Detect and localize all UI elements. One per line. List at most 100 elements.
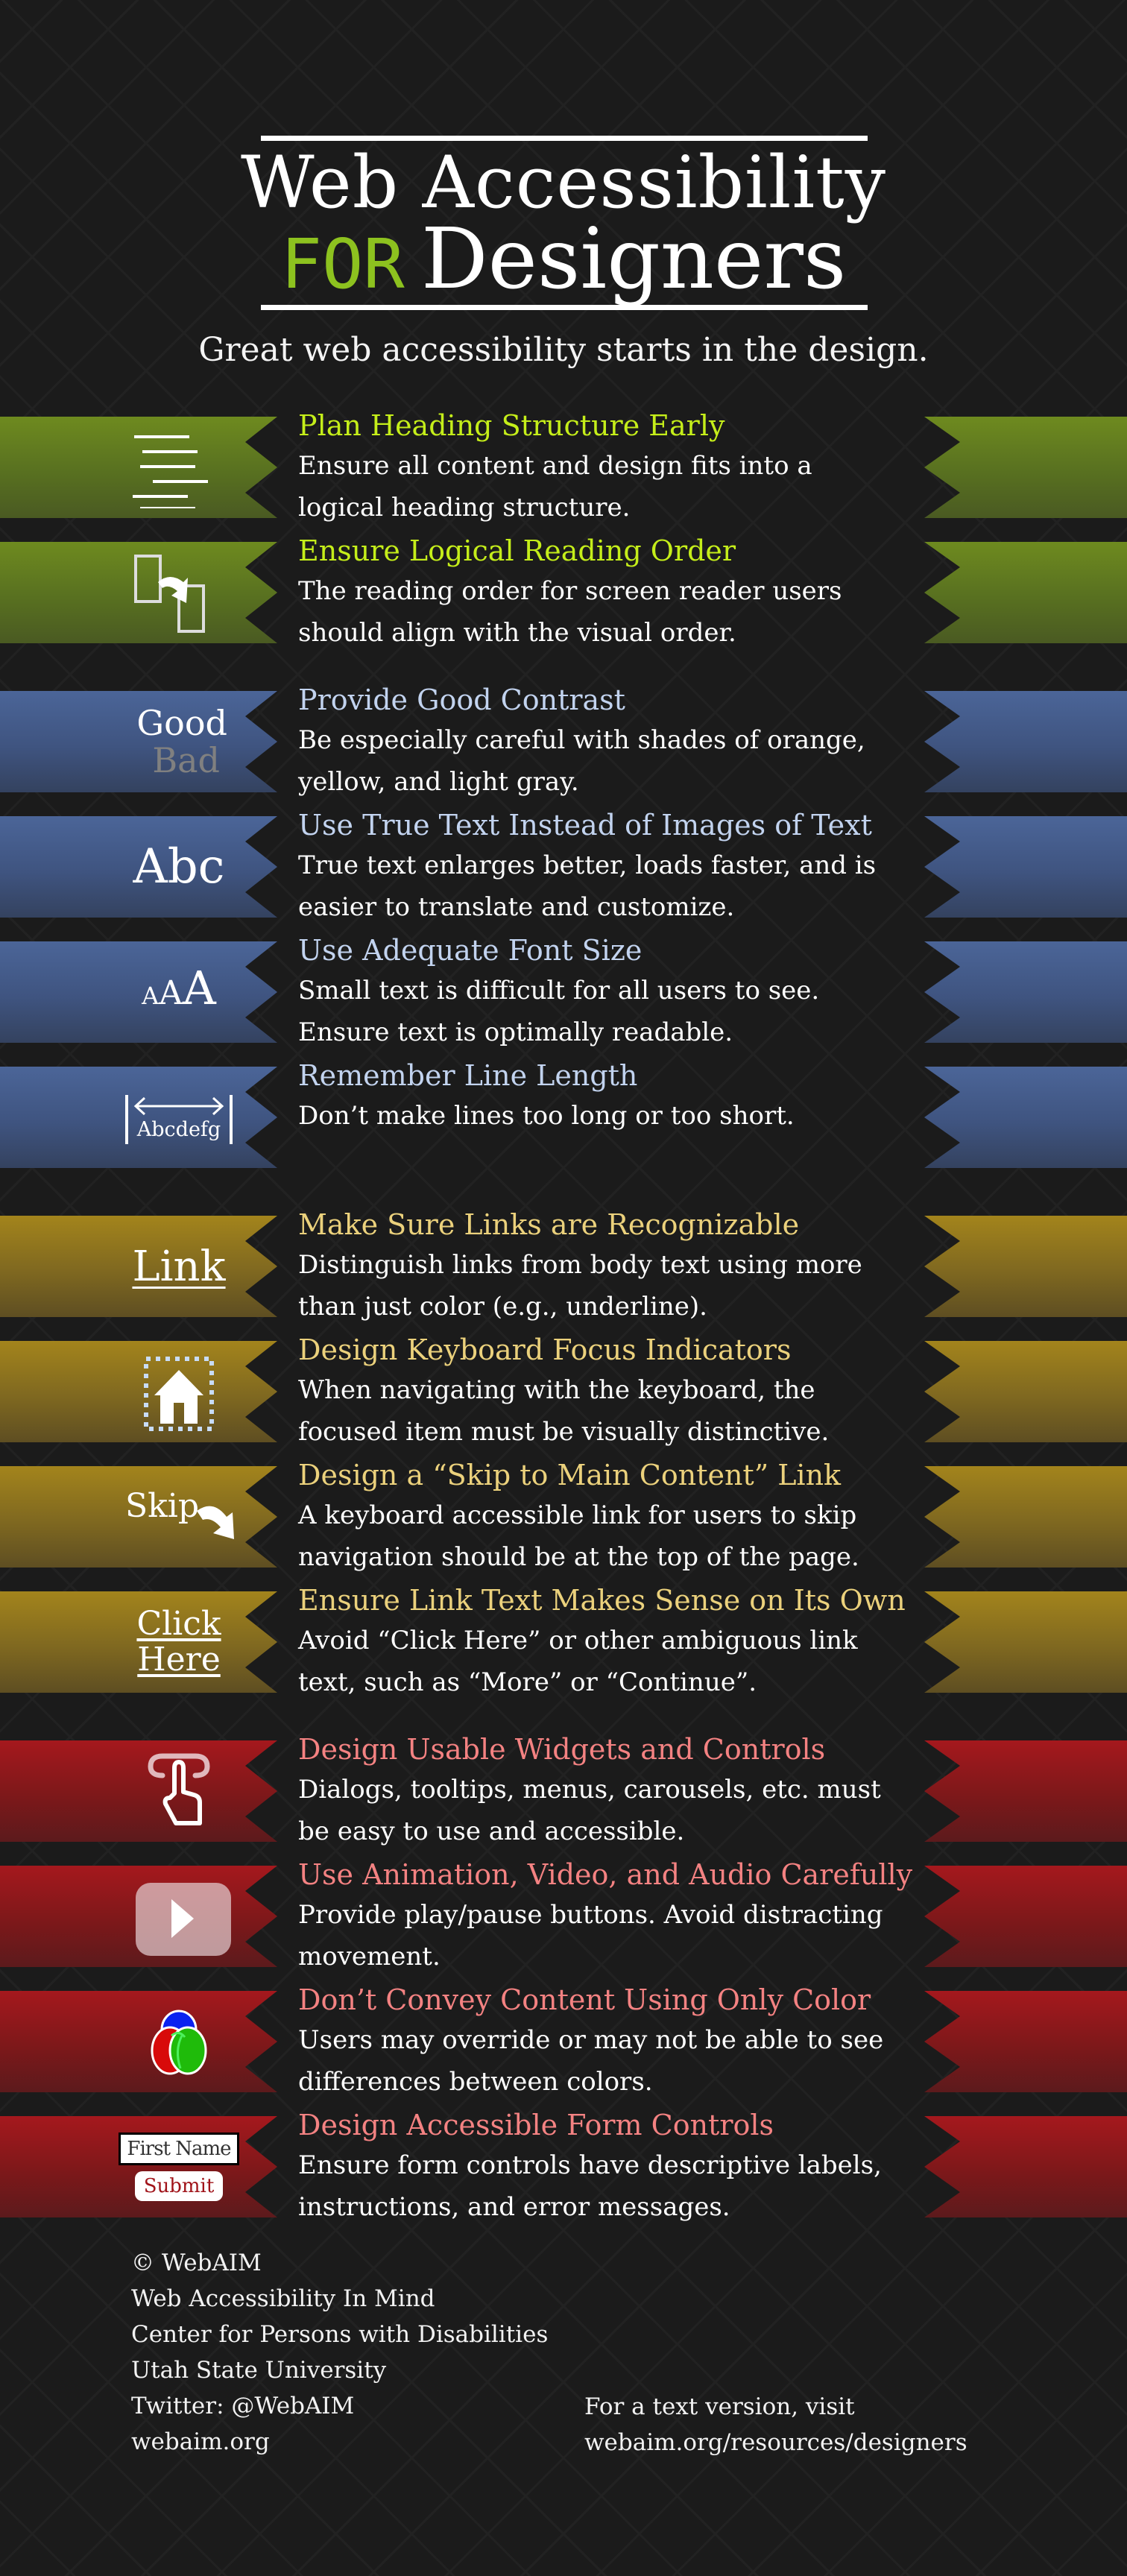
item-link-text: Click Here Ensure Link Text Makes Sense … <box>0 1584 1127 1697</box>
item-heading: Plan Heading Structure Early <box>298 409 725 442</box>
title-designers: Designers <box>420 211 847 308</box>
item-desc-line: should align with the visual order. <box>298 618 736 648</box>
ribbon-right <box>924 417 1127 518</box>
ribbon-right <box>924 542 1127 643</box>
item-desc-line: Dialogs, tooltips, menus, carousels, etc… <box>298 1775 881 1805</box>
item-heading: Design a “Skip to Main Content” Link <box>298 1459 842 1491</box>
font-size-small-a: A <box>142 982 160 1010</box>
item-desc-line: navigation should be at the top of the p… <box>298 1542 859 1572</box>
font-size-sample: AAA <box>142 962 216 1023</box>
footer-twitter: Twitter: @WebAIM <box>131 2393 355 2419</box>
item-desc-line: Distinguish links from body text using m… <box>298 1250 862 1280</box>
item-text: Design a “Skip to Main Content” Link A k… <box>298 1456 924 1578</box>
font-size-icon: AAA <box>112 941 246 1043</box>
item-desc-line: logical heading structure. <box>298 493 631 523</box>
item-desc-line: The reading order for screen reader user… <box>298 576 842 606</box>
item-links: Link Make Sure Links are Recognizable Di… <box>0 1208 1127 1322</box>
item-text: Remember Line Length Don’t make lines to… <box>298 1056 924 1137</box>
item-text: Plan Heading Structure Early Ensure all … <box>298 406 924 528</box>
true-text-sample: Abc <box>133 839 225 894</box>
ribbon-right <box>924 1466 1127 1568</box>
line-length-right-bar <box>230 1095 233 1144</box>
contrast-good-text: Good <box>136 703 227 743</box>
link-sample: Link <box>132 1242 226 1291</box>
submit-button: Submit <box>134 2171 224 2201</box>
click-text: Click <box>136 1605 221 1643</box>
item-text: Provide Good Contrast Be especially care… <box>298 681 924 803</box>
skip-text: Skip <box>125 1487 200 1525</box>
ribbon-right <box>924 2116 1127 2217</box>
footer-center: Center for Persons with Disabilities <box>131 2321 549 2348</box>
item-desc-line: Don’t make lines too long or too short. <box>298 1101 795 1131</box>
item-text: Design Accessible Form Controls Ensure f… <box>298 2106 924 2228</box>
first-name-field: First Name <box>119 2133 239 2165</box>
item-heading-structure: Plan Heading Structure Early Ensure all … <box>0 409 1127 523</box>
heading-structure-icon <box>112 417 246 518</box>
title-bottom-rule <box>261 305 868 310</box>
item-desc-line: movement. <box>298 1942 441 1972</box>
item-desc-line: Ensure all content and design fits into … <box>298 451 812 481</box>
item-desc-line: easier to translate and customize. <box>298 892 735 922</box>
ribbon-right <box>924 816 1127 918</box>
item-text: Design Usable Widgets and Controls Dialo… <box>298 1730 924 1852</box>
item-desc-line: Provide play/pause buttons. Avoid distra… <box>298 1900 883 1930</box>
item-text: Don’t Convey Content Using Only Color Us… <box>298 1980 924 2103</box>
item-contrast: Good Bad Provide Good Contrast Be especi… <box>0 684 1127 797</box>
ribbon-right <box>924 941 1127 1043</box>
contrast-bad-text: Bad <box>152 740 220 780</box>
item-forms: First Name Submit Design Accessible Form… <box>0 2109 1127 2222</box>
item-reading-order: Ensure Logical Reading Order The reading… <box>0 534 1127 648</box>
item-text: Use Animation, Video, and Audio Carefull… <box>298 1855 924 1977</box>
item-text: Ensure Logical Reading Order The reading… <box>298 531 924 654</box>
item-heading: Don’t Convey Content Using Only Color <box>298 1983 871 2016</box>
text-version-label: For a text version, visit <box>584 2393 855 2420</box>
item-desc-line: When navigating with the keyboard, the <box>298 1375 815 1405</box>
item-desc-line: True text enlarges better, loads faster,… <box>298 850 877 880</box>
item-text: Use Adequate Font Size Small text is dif… <box>298 931 924 1053</box>
ribbon-right <box>924 1591 1127 1693</box>
footer-website-link[interactable]: webaim.org <box>131 2424 548 2460</box>
item-heading: Use True Text Instead of Images of Text <box>298 809 872 842</box>
ribbon-right <box>924 1341 1127 1442</box>
line-length-left-bar <box>125 1095 128 1144</box>
item-skip-link: Skip Design a “Skip to Main Content” Lin… <box>0 1459 1127 1572</box>
form-controls-icon: First Name Submit <box>112 2116 246 2217</box>
curved-arrow-icon <box>197 1506 234 1539</box>
item-desc-line: Ensure text is optimally readable. <box>298 1017 733 1047</box>
item-heading: Make Sure Links are Recognizable <box>298 1208 800 1241</box>
item-desc-line: text, such as “More” or “Continue”. <box>298 1667 757 1697</box>
item-desc-line: Small text is difficult for all users to… <box>298 976 820 1006</box>
item-heading: Design Usable Widgets and Controls <box>298 1733 826 1766</box>
item-text: Use True Text Instead of Images of Text … <box>298 806 924 928</box>
item-line-length: Abcdefg Remember Line Length Don’t make … <box>0 1059 1127 1168</box>
item-desc-line: Users may override or may not be able to… <box>298 2025 884 2055</box>
font-size-large-a: A <box>183 961 216 1015</box>
item-desc-line: differences between colors. <box>298 2067 653 2097</box>
ribbon-right <box>924 1216 1127 1317</box>
text-version-link[interactable]: webaim.org/resources/designers <box>584 2425 967 2460</box>
touch-hand-icon <box>112 1740 246 1842</box>
ribbon-right <box>924 1067 1127 1168</box>
item-desc-line: Be especially careful with shades of ora… <box>298 725 865 755</box>
item-heading: Ensure Link Text Makes Sense on Its Own <box>298 1584 906 1617</box>
click-here-icon: Click Here <box>112 1591 246 1693</box>
here-text: Here <box>137 1641 221 1679</box>
line-length-graphic: Abcdefg <box>119 1087 239 1147</box>
title-top-rule <box>261 136 868 141</box>
true-text-icon: Abc <box>112 816 246 918</box>
item-text: Design Keyboard Focus Indicators When na… <box>298 1330 924 1453</box>
line-length-sample: Abcdefg <box>136 1118 221 1141</box>
item-heading: Design Accessible Form Controls <box>298 2109 774 2141</box>
skip-graphic: Skip <box>112 1466 261 1568</box>
item-desc-line: be easy to use and accessible. <box>298 1816 685 1846</box>
title-for: FOR <box>280 224 405 304</box>
item-widgets: Design Usable Widgets and Controls Dialo… <box>0 1733 1127 1846</box>
item-heading: Use Animation, Video, and Audio Carefull… <box>298 1858 913 1891</box>
line-length-icon: Abcdefg <box>112 1067 246 1168</box>
footer-copyright: © WebAIM <box>131 2250 262 2276</box>
item-color: Don’t Convey Content Using Only Color Us… <box>0 1983 1127 2097</box>
item-desc-line: yellow, and light gray. <box>298 767 579 797</box>
item-text: Make Sure Links are Recognizable Disting… <box>298 1205 924 1328</box>
tagline: Great web accessibility starts in the de… <box>198 331 929 369</box>
item-desc-line: Avoid “Click Here” or other ambiguous li… <box>298 1626 858 1655</box>
